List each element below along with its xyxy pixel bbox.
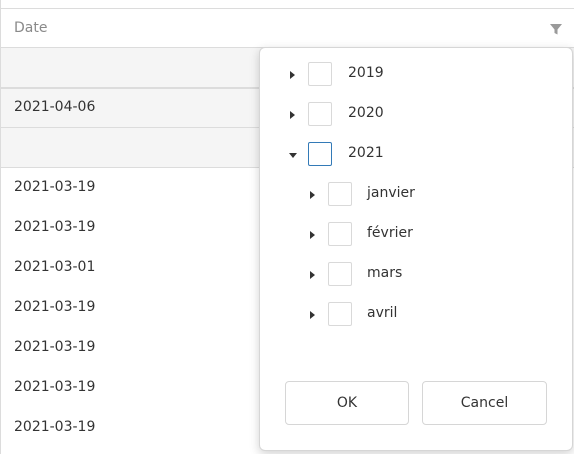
- caret-right-icon[interactable]: [290, 71, 295, 79]
- date-filter-popup: 2019 2020 2021 janvier février mars avri…: [259, 47, 573, 451]
- checkbox-2020[interactable]: [308, 102, 332, 126]
- group-row-label: 2021-04-06: [14, 99, 96, 115]
- date-cell: 2021-03-19: [14, 419, 96, 435]
- checkbox-avril[interactable]: [328, 302, 352, 326]
- checkbox-2021[interactable]: [308, 142, 332, 166]
- cancel-button[interactable]: Cancel: [422, 381, 547, 425]
- caret-right-icon[interactable]: [310, 191, 315, 199]
- date-cell: 2021-03-19: [14, 179, 96, 195]
- checkbox-janvier[interactable]: [328, 182, 352, 206]
- caret-right-icon[interactable]: [310, 271, 315, 279]
- date-cell: 2021-03-01: [14, 259, 96, 275]
- filter-tree[interactable]: 2019 2020 2021 janvier février mars avri…: [260, 48, 572, 338]
- date-cell: 2021-03-19: [14, 339, 96, 355]
- caret-right-icon[interactable]: [310, 311, 315, 319]
- caret-right-icon[interactable]: [290, 111, 295, 119]
- tree-node-label: 2019: [348, 65, 384, 81]
- caret-down-icon[interactable]: [289, 153, 297, 158]
- date-cell: 2021-03-19: [14, 379, 96, 395]
- tree-node-2019[interactable]: 2019: [260, 62, 560, 88]
- checkbox-fevrier[interactable]: [328, 222, 352, 246]
- date-cell: 2021-03-19: [14, 299, 96, 315]
- column-header-label: Date: [14, 20, 48, 36]
- column-header-date[interactable]: Date: [1, 8, 574, 48]
- tree-node-label: janvier: [367, 185, 415, 201]
- tree-node-2020[interactable]: 2020: [260, 102, 560, 128]
- tree-node-label: mars: [367, 265, 403, 281]
- tree-node-label: 2021: [348, 145, 384, 161]
- tree-node-label: février: [367, 225, 413, 241]
- tree-node-fevrier[interactable]: février: [260, 222, 560, 248]
- tree-node-label: avril: [367, 305, 398, 321]
- filter-icon[interactable]: [549, 22, 563, 36]
- checkbox-mars[interactable]: [328, 262, 352, 286]
- date-cell: 2021-03-19: [14, 219, 96, 235]
- tree-node-mars[interactable]: mars: [260, 262, 560, 288]
- tree-node-janvier[interactable]: janvier: [260, 182, 560, 208]
- tree-node-2021[interactable]: 2021: [260, 142, 560, 168]
- tree-node-avril[interactable]: avril: [260, 302, 560, 328]
- ok-button[interactable]: OK: [285, 381, 409, 425]
- caret-right-icon[interactable]: [310, 231, 315, 239]
- checkbox-2019[interactable]: [308, 62, 332, 86]
- tree-node-label: 2020: [348, 105, 384, 121]
